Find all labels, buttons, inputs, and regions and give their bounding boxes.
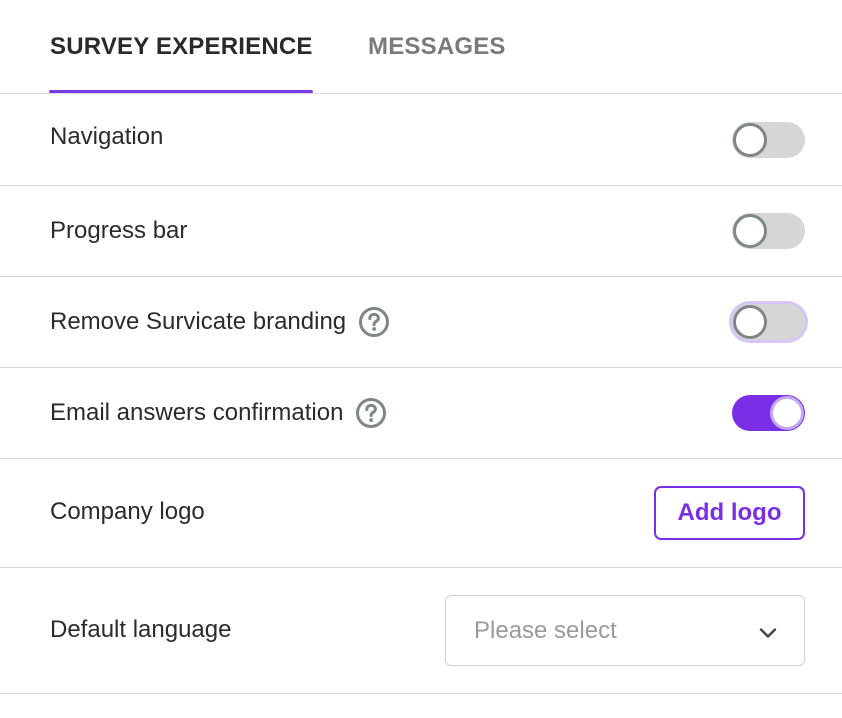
tab-messages[interactable]: MESSAGES bbox=[368, 33, 506, 61]
language-select-placeholder: Please select bbox=[474, 617, 617, 644]
toggle-knob bbox=[733, 305, 767, 339]
chevron-down-icon bbox=[757, 622, 779, 644]
company-logo-label: Company logo bbox=[50, 498, 205, 525]
remove-branding-label-group: Remove Survicate branding bbox=[50, 306, 390, 338]
remove-branding-label: Remove Survicate branding bbox=[50, 308, 347, 335]
setting-row-email-confirmation: Email answers confirmation bbox=[0, 368, 842, 459]
tab-bar: SURVEY EXPERIENCE MESSAGES bbox=[0, 0, 842, 94]
setting-row-remove-branding: Remove Survicate branding bbox=[0, 277, 842, 368]
setting-row-progress-bar: Progress bar bbox=[0, 186, 842, 277]
active-tab-indicator bbox=[49, 90, 313, 93]
language-select[interactable]: Please select bbox=[445, 595, 805, 666]
tab-survey-experience[interactable]: SURVEY EXPERIENCE bbox=[50, 33, 313, 61]
email-confirmation-toggle[interactable] bbox=[732, 395, 805, 431]
help-circle-icon[interactable] bbox=[355, 397, 387, 429]
navigation-toggle[interactable] bbox=[732, 122, 805, 158]
remove-branding-toggle[interactable] bbox=[732, 304, 805, 340]
email-confirmation-label: Email answers confirmation bbox=[50, 399, 344, 426]
default-language-label: Default language bbox=[50, 616, 232, 643]
toggle-knob bbox=[770, 396, 804, 430]
add-logo-button[interactable]: Add logo bbox=[654, 486, 805, 540]
help-circle-icon[interactable] bbox=[358, 306, 390, 338]
navigation-label: Navigation bbox=[50, 123, 164, 150]
email-confirmation-label-group: Email answers confirmation bbox=[50, 397, 387, 429]
setting-row-navigation: Navigation bbox=[0, 94, 842, 186]
toggle-knob bbox=[733, 214, 767, 248]
progress-bar-label: Progress bar bbox=[50, 217, 188, 244]
progress-bar-toggle[interactable] bbox=[732, 213, 805, 249]
toggle-knob bbox=[733, 123, 767, 157]
